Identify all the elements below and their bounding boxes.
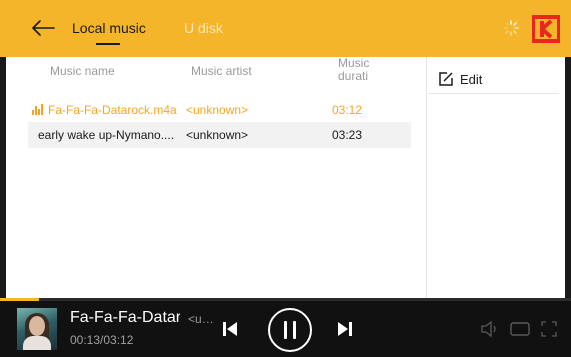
player-bar: Fa-Fa-Fa-Datarock.m4a <unknown> 00:13/03… xyxy=(0,301,571,357)
now-playing-icon xyxy=(32,104,43,115)
playback-time: 00:13/03:12 xyxy=(70,333,134,347)
back-button[interactable] xyxy=(30,18,56,38)
table-row[interactable]: Fa-Fa-Fa-Datarock.m4a <unknown> 03:12 xyxy=(28,97,411,123)
table-row[interactable]: early wake up-Nymano.... <unknown> 03:23 xyxy=(28,122,411,148)
volume-icon xyxy=(481,320,496,338)
spinner-icon xyxy=(503,20,519,36)
tab-u-disk[interactable]: U disk xyxy=(184,20,223,36)
now-playing-title: Fa-Fa-Fa-Datarock.m4a xyxy=(70,309,180,326)
column-header-artist[interactable]: Music artist xyxy=(191,65,252,78)
back-arrow-icon xyxy=(32,20,55,36)
fullscreen-button[interactable] xyxy=(540,320,558,338)
volume-button[interactable] xyxy=(480,320,500,338)
column-header-name[interactable]: Music name xyxy=(50,65,115,78)
column-header-duration[interactable]: Music durati xyxy=(338,57,372,83)
kodak-k-mark xyxy=(535,19,557,39)
panel-divider xyxy=(426,57,427,298)
row-artist: <unknown> xyxy=(186,103,249,117)
album-cover[interactable] xyxy=(17,308,57,350)
active-tab-indicator xyxy=(96,43,120,45)
pause-icon xyxy=(284,321,296,339)
now-playing-artist: <unknown> xyxy=(188,312,216,326)
pause-button[interactable] xyxy=(268,308,312,352)
row-duration: 03:23 xyxy=(332,128,363,142)
tab-local-music[interactable]: Local music xyxy=(72,20,146,36)
next-button[interactable] xyxy=(335,319,355,339)
repeat-button[interactable] xyxy=(509,320,531,338)
fullscreen-icon xyxy=(541,321,557,337)
row-name: Fa-Fa-Fa-Datarock.m4a xyxy=(48,103,177,117)
edit-icon xyxy=(439,72,453,86)
row-artist: <unknown> xyxy=(186,128,249,142)
edit-divider xyxy=(428,93,559,94)
repeat-icon xyxy=(510,322,530,336)
previous-button[interactable] xyxy=(220,319,240,339)
kodak-logo xyxy=(532,15,560,43)
previous-icon xyxy=(223,322,237,336)
row-name: early wake up-Nymano.... xyxy=(38,128,175,142)
top-bar: Local music U disk xyxy=(0,0,571,57)
edit-button[interactable]: Edit xyxy=(436,67,548,93)
next-icon xyxy=(338,322,352,336)
edit-label: Edit xyxy=(460,72,483,87)
row-duration: 03:12 xyxy=(332,103,363,117)
music-list-panel: Music name Music artist Music durati Fa-… xyxy=(6,57,565,298)
